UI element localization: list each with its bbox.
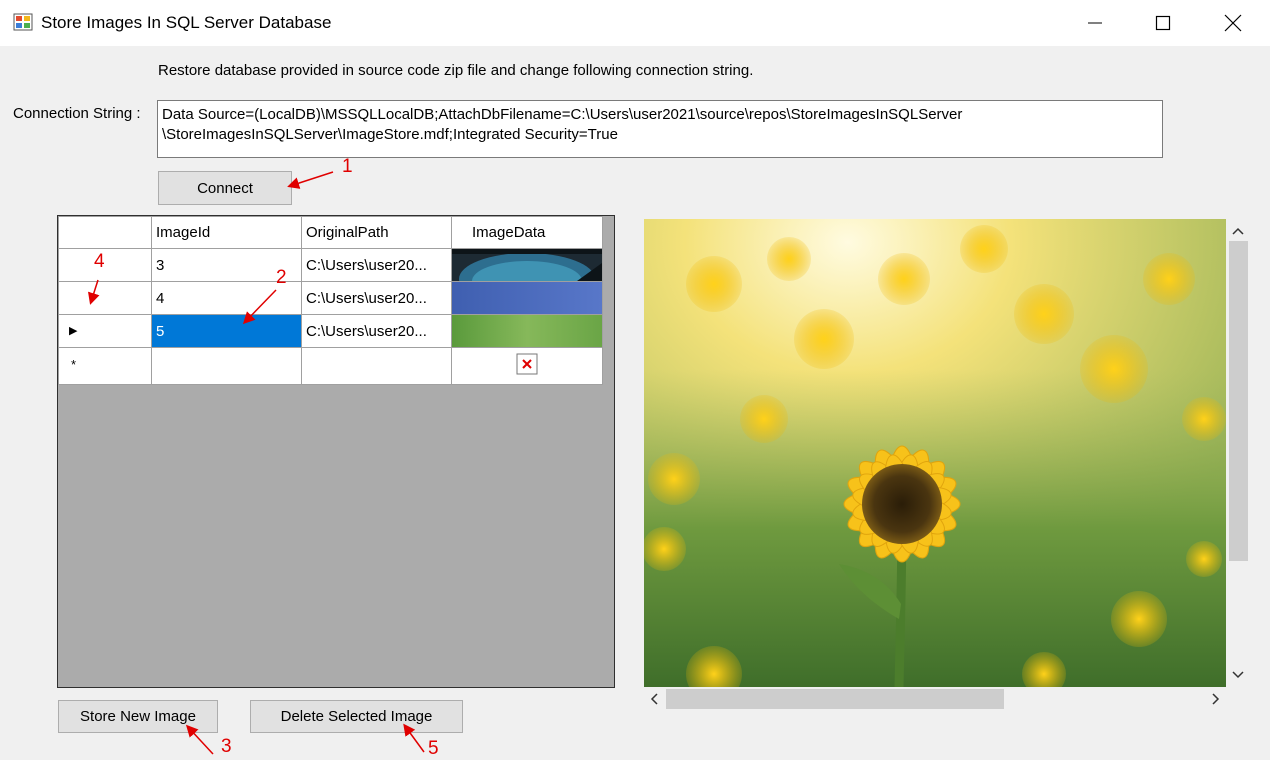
annotation-arrow-1 [287,171,334,189]
annotation-label-4: 4 [94,251,105,272]
horizontal-scroll-thumb[interactable] [666,689,1004,709]
column-header-imagedata[interactable]: ImageData [451,216,603,249]
minimize-icon [1088,22,1102,24]
grid-header-row: ImageId OriginalPath ImageData [58,216,603,249]
vertical-scrollbar[interactable] [1226,219,1250,687]
table-row-selected[interactable]: ▶ 5 C:\Users\user20... [58,314,603,348]
annotation-label-3: 3 [221,736,232,757]
cell-imageid[interactable] [151,347,302,385]
scroll-right-icon[interactable] [1206,687,1226,711]
store-new-image-button[interactable]: Store New Image [58,700,218,733]
minimize-button[interactable] [1060,0,1130,46]
column-header-originalpath[interactable]: OriginalPath [301,216,452,249]
new-row[interactable]: * [58,347,603,385]
grid-table: ImageId OriginalPath ImageData 3 C:\User… [58,216,603,385]
images-data-grid[interactable]: ImageId OriginalPath ImageData 3 C:\User… [57,215,615,688]
cell-originalpath[interactable]: C:\Users\user20... [301,248,452,282]
row-header[interactable] [58,248,152,282]
scroll-left-icon[interactable] [644,687,664,711]
title-bar: Store Images In SQL Server Database [0,0,1270,46]
cell-originalpath[interactable]: C:\Users\user20... [301,314,452,348]
blue-gradient-thumbnail [452,282,602,314]
instruction-text: Restore database provided in source code… [158,62,754,79]
close-button[interactable] [1198,0,1268,46]
broken-image-icon [516,353,538,375]
cell-imageid[interactable]: 5 [151,314,302,348]
sunflower-image [644,219,1226,687]
table-row[interactable]: 4 C:\Users\user20... [58,281,603,315]
cell-originalpath[interactable] [301,347,452,385]
green-grass-thumbnail [452,315,602,347]
annotation-label-5: 5 [428,738,439,759]
row-header[interactable]: * [58,347,152,385]
cell-imagedata[interactable] [451,248,603,282]
current-row-arrow-icon: ▶ [69,325,78,337]
table-row[interactable]: 3 C:\Users\user20... [58,248,603,282]
connection-string-input[interactable]: Data Source=(LocalDB)\MSSQLLocalDB;Attac… [157,100,1163,158]
scroll-down-icon[interactable] [1226,665,1250,685]
annotation-label-2: 2 [276,267,287,288]
new-row-marker: * [71,357,77,372]
maximize-icon [1155,15,1171,31]
vertical-scroll-thumb[interactable] [1229,241,1248,561]
image-preview [644,219,1226,687]
horizontal-scrollbar[interactable] [644,687,1226,711]
column-header-imageid[interactable]: ImageId [151,216,302,249]
cell-imagedata[interactable] [451,347,603,385]
maximize-button[interactable] [1128,0,1198,46]
cell-originalpath[interactable]: C:\Users\user20... [301,281,452,315]
cell-imagedata[interactable] [451,281,603,315]
grid-corner-header [58,216,152,249]
annotation-label-1: 1 [342,156,353,177]
row-header[interactable] [58,281,152,315]
delete-selected-image-button[interactable]: Delete Selected Image [250,700,463,733]
row-header[interactable]: ▶ [58,314,152,348]
window-title: Store Images In SQL Server Database [41,13,332,32]
close-icon [1224,14,1242,32]
connection-string-label: Connection String : [13,105,141,122]
scroll-up-icon[interactable] [1226,221,1250,241]
app-icon [13,13,33,31]
cell-imagedata[interactable] [451,314,603,348]
blue-lens-thumbnail [452,249,602,281]
connect-button[interactable]: Connect [158,171,292,205]
